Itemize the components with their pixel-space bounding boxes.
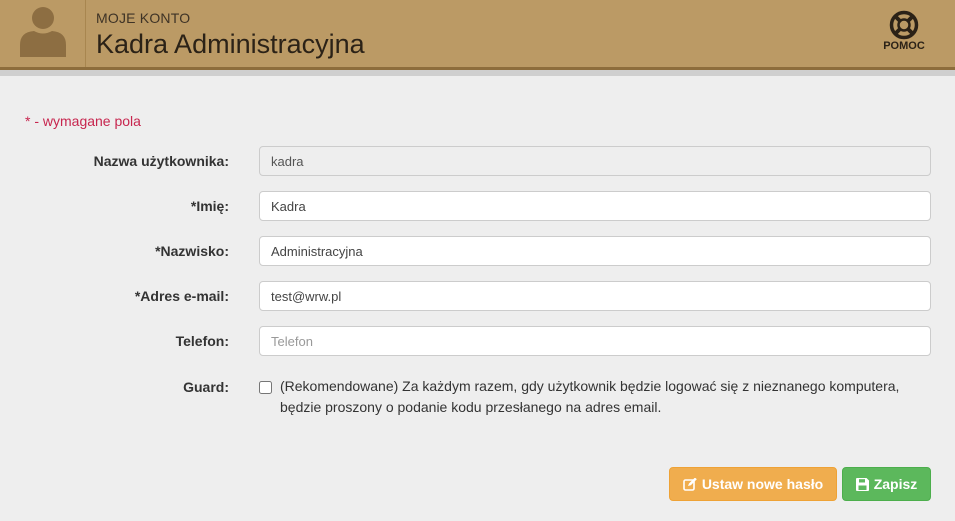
header-shadow	[0, 70, 955, 76]
page-title: Kadra Administracyjna	[96, 29, 365, 59]
email-field[interactable]	[259, 281, 931, 311]
phone-field[interactable]	[259, 326, 931, 356]
save-label: Zapisz	[873, 476, 918, 492]
first-name-label: *Imię:	[190, 198, 229, 214]
header-divider	[85, 0, 86, 67]
guard-checkbox[interactable]	[259, 381, 272, 394]
user-silhouette-icon	[18, 5, 68, 57]
set-new-password-label: Ustaw nowe hasło	[701, 476, 824, 492]
page-header: MOJE KONTO Kadra Administracyjna POMOC	[0, 0, 955, 70]
save-button[interactable]: Zapisz	[842, 467, 931, 501]
username-label: Nazwa użytkownika:	[93, 153, 229, 169]
last-name-field[interactable]	[259, 236, 931, 266]
username-field[interactable]	[259, 146, 931, 176]
floppy-disk-icon	[855, 477, 869, 491]
page-subtitle: MOJE KONTO	[96, 10, 191, 26]
first-name-field[interactable]	[259, 191, 931, 221]
required-fields-note: * - wymagane pola	[25, 113, 141, 129]
guard-label: Guard:	[183, 379, 229, 395]
help-button[interactable]: POMOC	[874, 10, 934, 58]
lifebuoy-icon	[889, 10, 919, 40]
help-label: POMOC	[883, 40, 925, 52]
email-label: *Adres e-mail:	[134, 288, 229, 304]
last-name-label: *Nazwisko:	[155, 243, 229, 259]
guard-description: (Rekomendowane) Za każdym razem, gdy uży…	[280, 378, 900, 415]
set-new-password-button[interactable]: Ustaw nowe hasło	[669, 467, 837, 501]
phone-label: Telefon:	[175, 333, 229, 349]
edit-icon	[683, 477, 697, 491]
